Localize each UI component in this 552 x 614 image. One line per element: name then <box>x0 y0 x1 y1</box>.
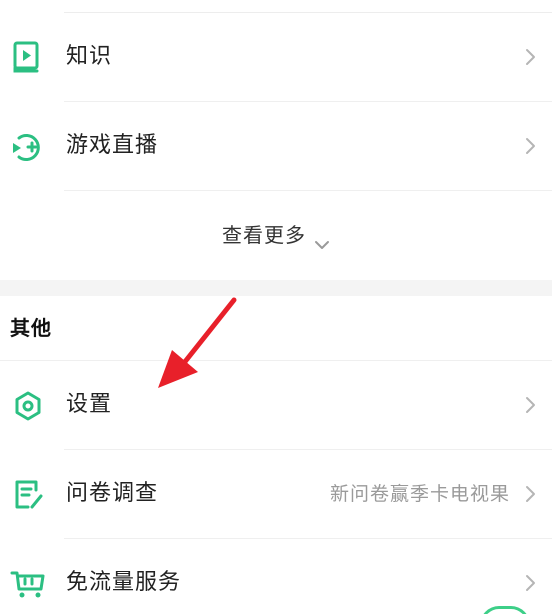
chevron-right-icon <box>524 46 538 68</box>
chevron-right-icon <box>524 483 538 505</box>
view-more-label: 查看更多 <box>222 223 306 247</box>
tv-cart-icon <box>10 563 48 603</box>
chevron-right-icon <box>524 572 538 594</box>
menu-item-label: 知识 <box>66 44 113 69</box>
video-book-icon <box>10 37 48 77</box>
hexagon-settings-icon <box>10 385 48 425</box>
game-live-icon <box>10 126 48 166</box>
menu-item-game-live[interactable]: 游戏直播 <box>0 102 552 191</box>
menu-item-label: 免流量服务 <box>66 570 182 595</box>
profile-menu-screen: 知识 游戏直播 查看更多 其他 设置 问卷调查 新问卷赢季卡电视果 免流量服务 <box>0 0 552 614</box>
menu-item-label: 设置 <box>66 392 113 417</box>
menu-item-knowledge[interactable]: 知识 <box>0 13 552 102</box>
menu-item-survey[interactable]: 问卷调查 新问卷赢季卡电视果 <box>0 450 552 539</box>
row-divider <box>64 190 552 191</box>
menu-item-free-data-service[interactable]: 免流量服务 <box>0 539 552 614</box>
menu-item-label: 问卷调查 <box>66 481 159 506</box>
section-title-other: 其他 <box>10 316 52 340</box>
survey-promo-text: 新问卷赢季卡电视果 <box>329 483 510 505</box>
menu-item-settings[interactable]: 设置 <box>0 361 552 450</box>
chevron-right-icon <box>524 135 538 157</box>
survey-edit-icon <box>10 474 48 514</box>
chevron-right-icon <box>524 394 538 416</box>
section-separator <box>0 280 552 296</box>
chevron-down-icon <box>314 229 330 249</box>
menu-item-label: 游戏直播 <box>66 133 159 158</box>
view-more-button[interactable]: 查看更多 <box>0 192 552 280</box>
